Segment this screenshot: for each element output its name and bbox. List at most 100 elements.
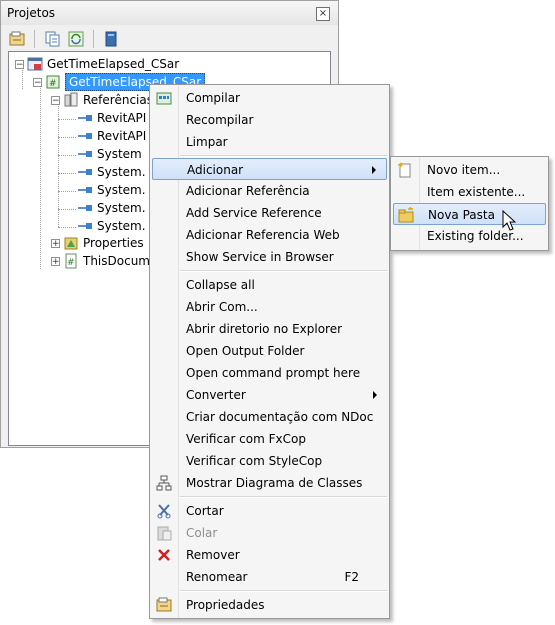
menu-item-adicionar-referencia-web[interactable]: Adicionar Referencia Web bbox=[152, 224, 387, 246]
menu-item-label: Converter bbox=[186, 388, 246, 402]
menu-item-show-service-in-browser[interactable]: Show Service in Browser bbox=[152, 246, 387, 268]
show-all-files-icon[interactable] bbox=[42, 29, 62, 49]
svg-text:#: # bbox=[67, 258, 75, 268]
menu-item-label: Item existente... bbox=[427, 185, 526, 199]
reference-item[interactable]: System. bbox=[77, 199, 146, 217]
reference-label: RevitAPI bbox=[97, 111, 147, 125]
expand-toggle-icon[interactable]: + bbox=[51, 256, 60, 266]
tree-item-thisdocument[interactable]: + # ThisDocum bbox=[51, 252, 150, 270]
reference-label: RevitAPI bbox=[97, 129, 147, 143]
menu-item-label: Colar bbox=[186, 526, 218, 540]
menu-item-abrir-diretorio[interactable]: Abrir diretorio no Explorer bbox=[152, 318, 387, 340]
menu-item-label: Add Service Reference bbox=[186, 206, 322, 220]
menu-item-compilar[interactable]: Compilar bbox=[152, 87, 387, 109]
tree-line bbox=[58, 155, 76, 156]
menu-item-converter[interactable]: Converter bbox=[152, 384, 387, 406]
menu-item-limpar[interactable]: Limpar bbox=[152, 131, 387, 153]
reference-label: System. bbox=[97, 183, 146, 197]
references-icon bbox=[63, 92, 79, 108]
references-label: Referências bbox=[83, 93, 153, 107]
panel-toolbar bbox=[7, 29, 121, 51]
csharp-file-icon: # bbox=[63, 253, 79, 269]
properties-icon bbox=[156, 597, 172, 613]
context-menu: Compilar Recompilar Limpar Adicionar Adi… bbox=[149, 84, 390, 619]
tree-item-solution[interactable]: − GetTimeElapsed_CSar bbox=[15, 55, 179, 73]
reference-icon bbox=[77, 110, 93, 126]
tree-item-references[interactable]: − Referências bbox=[51, 91, 153, 109]
reference-label: System. bbox=[97, 165, 146, 179]
solution-icon bbox=[27, 56, 43, 72]
menu-item-stylecop[interactable]: Verificar com StyleCop bbox=[152, 450, 387, 472]
toolbar-separator bbox=[34, 30, 35, 48]
reference-item[interactable]: System. bbox=[77, 181, 146, 199]
class-diagram-icon bbox=[156, 475, 172, 491]
menu-separator bbox=[180, 270, 387, 272]
panel-title: Projetos bbox=[7, 6, 56, 20]
submenu-item-novo-item[interactable]: Novo item... bbox=[393, 159, 546, 181]
menu-item-renomear[interactable]: Renomear F2 bbox=[152, 566, 387, 588]
close-icon[interactable]: × bbox=[316, 7, 330, 21]
reference-item[interactable]: System. bbox=[77, 217, 146, 235]
menu-item-label: Adicionar Referencia Web bbox=[186, 228, 340, 242]
menu-item-propriedades[interactable]: Propriedades bbox=[152, 594, 387, 616]
menu-separator bbox=[180, 590, 387, 592]
menu-item-cortar[interactable]: Cortar bbox=[152, 500, 387, 522]
new-item-icon bbox=[397, 162, 413, 178]
menu-item-abrir-com[interactable]: Abrir Com... bbox=[152, 296, 387, 318]
reference-icon bbox=[77, 164, 93, 180]
menu-item-ndoc[interactable]: Criar documentação com NDoc bbox=[152, 406, 387, 428]
collapse-toggle-icon[interactable]: − bbox=[33, 77, 42, 87]
tree-item-properties[interactable]: + Properties bbox=[51, 234, 144, 252]
reference-icon bbox=[77, 146, 93, 162]
menu-item-class-diagram[interactable]: Mostrar Diagrama de Classes bbox=[152, 472, 387, 494]
refresh-icon[interactable] bbox=[66, 29, 86, 49]
toolbar-separator bbox=[93, 30, 94, 48]
paste-icon bbox=[156, 525, 172, 541]
reference-item[interactable]: RevitAPI bbox=[77, 127, 146, 145]
menu-item-recompilar[interactable]: Recompilar bbox=[152, 109, 387, 131]
menu-item-open-command-prompt[interactable]: Open command prompt here bbox=[152, 362, 387, 384]
reference-icon bbox=[77, 182, 93, 198]
reference-label: System. bbox=[97, 219, 146, 233]
tree-line bbox=[40, 83, 41, 269]
reference-item[interactable]: System bbox=[77, 145, 142, 163]
collapse-toggle-icon[interactable]: − bbox=[15, 59, 24, 69]
collapse-toggle-icon[interactable]: − bbox=[51, 95, 60, 105]
menu-item-fxcop[interactable]: Verificar com FxCop bbox=[152, 428, 387, 450]
submenu-item-nova-pasta[interactable]: Nova Pasta bbox=[393, 203, 546, 225]
menu-item-open-output-folder[interactable]: Open Output Folder bbox=[152, 340, 387, 362]
new-folder-icon bbox=[398, 206, 414, 223]
submenu-item-existente[interactable]: Item existente... bbox=[393, 181, 546, 203]
menu-item-colar[interactable]: Colar bbox=[152, 522, 387, 544]
menu-item-collapse-all[interactable]: Collapse all bbox=[152, 274, 387, 296]
menu-separator bbox=[180, 155, 387, 157]
expand-toggle-icon[interactable]: + bbox=[51, 238, 60, 248]
menu-item-adicionar[interactable]: Adicionar bbox=[152, 158, 387, 180]
tree-line bbox=[58, 137, 76, 138]
reference-item[interactable]: RevitAPI bbox=[77, 109, 146, 127]
menu-item-label: Show Service in Browser bbox=[186, 250, 334, 264]
properties-icon[interactable] bbox=[7, 29, 27, 49]
menu-item-label: Criar documentação com NDoc bbox=[186, 410, 374, 424]
menu-item-label: Recompilar bbox=[186, 113, 254, 127]
menu-item-adicionar-referencia[interactable]: Adicionar Referência bbox=[152, 180, 387, 202]
tree-line bbox=[58, 191, 76, 192]
reference-icon bbox=[77, 200, 93, 216]
reference-item[interactable]: System. bbox=[77, 163, 146, 181]
menu-item-label: Limpar bbox=[186, 135, 228, 149]
properties-folder-icon bbox=[63, 235, 79, 251]
submenu-item-existing-folder[interactable]: Existing folder... bbox=[393, 225, 546, 247]
menu-item-label: Open command prompt here bbox=[186, 366, 361, 380]
menu-item-add-service-reference[interactable]: Add Service Reference bbox=[152, 202, 387, 224]
menu-item-label: Propriedades bbox=[186, 598, 265, 612]
menu-item-label: Novo item... bbox=[427, 163, 501, 177]
reference-icon bbox=[77, 128, 93, 144]
collapse-icon[interactable] bbox=[101, 29, 121, 49]
menu-item-label: Mostrar Diagrama de Classes bbox=[186, 476, 363, 490]
menu-item-label: Compilar bbox=[186, 91, 240, 105]
menu-item-label: Nova Pasta bbox=[428, 208, 495, 222]
thisdocument-label: ThisDocum bbox=[83, 254, 150, 268]
menu-item-label: Abrir Com... bbox=[186, 300, 258, 314]
menu-item-remover[interactable]: Remover bbox=[152, 544, 387, 566]
tree-line bbox=[58, 227, 76, 228]
